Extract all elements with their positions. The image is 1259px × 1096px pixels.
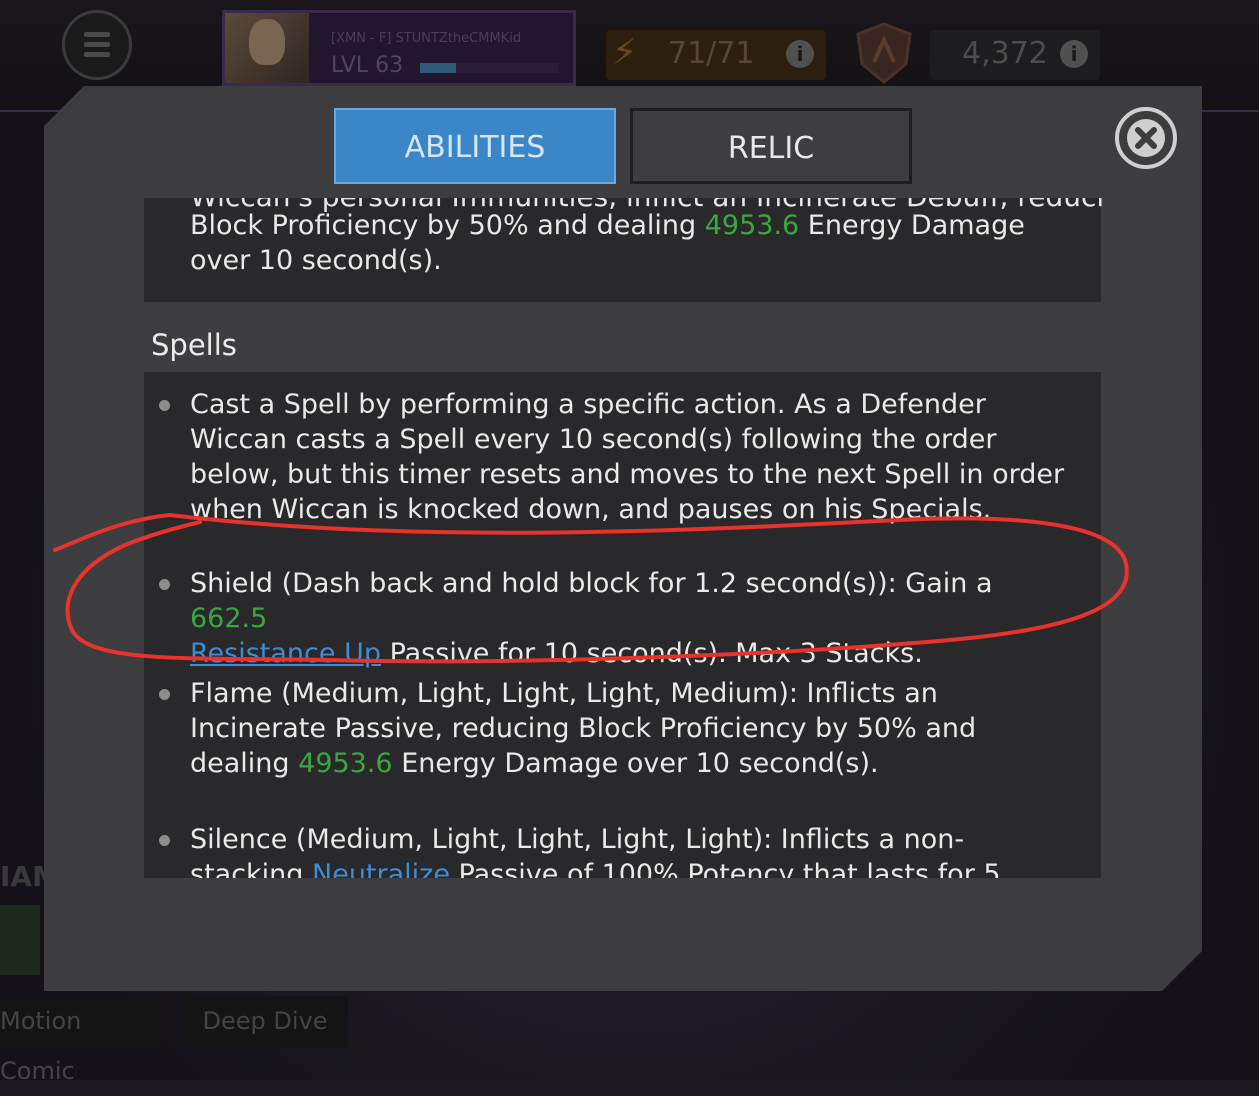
deep-dive-tab[interactable]: Deep Dive: [182, 996, 348, 1048]
energy-counter[interactable]: ⚡ 71/71 i: [606, 30, 826, 80]
resistance-up-link[interactable]: Resistance Up: [190, 638, 381, 669]
player-card[interactable]: [XMN - F] STUNTZtheCMMKid LVL 63: [222, 10, 576, 86]
spell-item-shield: Shield (Dash back and hold block for 1.2…: [190, 566, 1070, 671]
section-title-spells: Spells: [151, 328, 237, 362]
abilities-modal: ABILITIES RELIC Wiccan's personal Immuni…: [44, 86, 1202, 991]
damage-value: 4953.6: [704, 210, 800, 241]
close-icon: [1127, 119, 1165, 157]
ability-card: Wiccan's personal Immunities, inflict an…: [144, 198, 1101, 302]
ability-text: Block Proficiency by 50% and dealing 495…: [190, 210, 1025, 276]
bullet-icon: [159, 689, 170, 700]
units-counter[interactable]: 4,372 i: [930, 30, 1100, 80]
damage-value: 4953.6: [298, 748, 393, 779]
player-level: LVL 63: [331, 53, 404, 78]
bullet-icon: [159, 579, 170, 590]
abilities-scroll-area[interactable]: Wiccan's personal Immunities, inflict an…: [144, 198, 1102, 878]
bullet-icon: [159, 835, 170, 846]
energy-value: 71/71: [668, 36, 755, 71]
resistance-value: 662.5: [190, 603, 268, 634]
level-progress-fill: [420, 63, 456, 73]
bullet-icon: [159, 400, 170, 411]
tab-relic[interactable]: RELIC: [630, 108, 912, 184]
avatar: [225, 13, 309, 83]
tab-abilities[interactable]: ABILITIES: [334, 108, 616, 184]
shield-icon: [856, 22, 912, 84]
player-name: [XMN - F] STUNTZtheCMMKid: [331, 31, 522, 46]
champion-thumbnail: [0, 905, 40, 975]
spell-item: Cast a Spell by performing a specific ac…: [190, 387, 1070, 527]
background-side-text: IAM: [0, 860, 60, 893]
menu-icon: [84, 32, 110, 37]
lightning-icon: ⚡: [612, 32, 638, 73]
spells-card: Cast a Spell by performing a specific ac…: [144, 372, 1101, 878]
info-icon[interactable]: i: [786, 40, 814, 68]
motion-comic-tab[interactable]: Motion Comic: [0, 996, 160, 1085]
units-value: 4,372: [962, 36, 1048, 71]
spell-item-flame: Flame (Medium, Light, Light, Light, Medi…: [190, 676, 1070, 781]
neutralize-link[interactable]: Neutralize: [312, 859, 450, 878]
menu-button[interactable]: [62, 10, 132, 80]
close-button[interactable]: [1115, 107, 1177, 169]
info-icon[interactable]: i: [1060, 40, 1088, 68]
level-progress-bar: [420, 63, 558, 73]
spell-item-silence: Silence (Medium, Light, Light, Light, Li…: [190, 822, 1070, 878]
